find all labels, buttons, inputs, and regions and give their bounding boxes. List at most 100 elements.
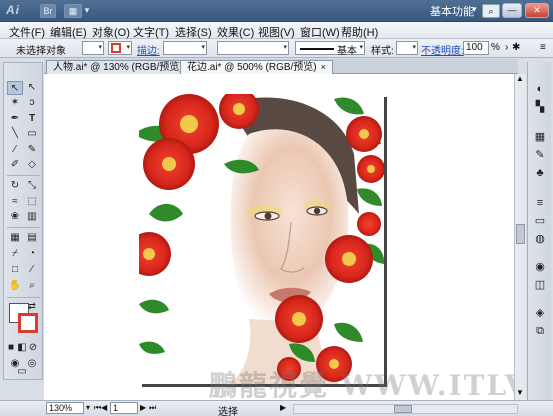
status-menu-icon[interactable]: ▶ xyxy=(280,403,286,412)
screen-mode-icon[interactable]: ▭ xyxy=(14,365,30,379)
line-tool-icon[interactable]: ╲ xyxy=(7,127,23,141)
slice-tool-icon[interactable]: ⁄ xyxy=(24,263,40,277)
rectangle-tool-icon[interactable]: ▭ xyxy=(24,127,40,141)
paintbrush-tool-icon[interactable]: ⁄ xyxy=(7,143,23,157)
hand-tool-icon[interactable]: ✋ xyxy=(7,279,23,293)
vertical-scroll-thumb[interactable] xyxy=(516,224,525,244)
previous-artboard-icon[interactable]: ◀ xyxy=(101,403,107,412)
artboard-number-field[interactable]: 1 xyxy=(110,402,138,414)
horizontal-scrollbar[interactable] xyxy=(293,404,518,414)
symbol-sprayer-tool-icon[interactable]: ❀ xyxy=(7,210,23,224)
color-guide-icon[interactable]: ▚ xyxy=(532,100,548,114)
menu-help[interactable]: 帮助(H) xyxy=(341,24,378,40)
none-mode-icon[interactable]: ⊘ xyxy=(28,341,38,355)
recolor-artwork-icon[interactable]: ✱ xyxy=(512,42,520,53)
last-artboard-icon[interactable]: ⏭ xyxy=(149,403,156,413)
blob-brush-tool-icon[interactable]: ✐ xyxy=(7,158,23,172)
artboards-panel-icon[interactable]: ⧉ xyxy=(532,324,548,338)
fill-dropdown[interactable]: ▾ xyxy=(82,41,104,55)
artboard-tool-icon[interactable]: □ xyxy=(7,263,23,277)
current-tool-status: 选择 xyxy=(218,407,238,416)
scroll-down-icon[interactable]: ▼ xyxy=(516,388,524,397)
menu-file[interactable]: 文件(F) xyxy=(9,24,45,40)
menu-object[interactable]: 对象(O) xyxy=(92,24,130,40)
tab-label: 人物.ai* @ 130% (RGB/预览) xyxy=(53,62,183,73)
zoom-tool-icon[interactable]: ⌕ xyxy=(24,279,40,293)
mesh-tool-icon[interactable]: ▦ xyxy=(7,231,23,245)
stroke-swatch-large[interactable] xyxy=(18,313,38,333)
type-tool-icon[interactable]: T xyxy=(24,112,40,126)
artboard[interactable] xyxy=(127,89,385,384)
opacity-link[interactable]: 不透明度: xyxy=(421,42,464,57)
tab-border[interactable]: 花边.ai* @ 500% (RGB/预览) × xyxy=(180,60,333,74)
pen-tool-icon[interactable]: ✒ xyxy=(7,112,23,126)
menu-type[interactable]: 文字(T) xyxy=(133,24,169,40)
swap-fill-stroke-icon[interactable]: ⇄ xyxy=(26,299,38,313)
blend-tool-icon[interactable]: ◔ xyxy=(24,247,40,261)
color-panel-icon[interactable]: ◐ xyxy=(532,82,548,96)
search-icon[interactable]: ⌕ xyxy=(482,4,500,18)
direct-selection-tool-icon[interactable]: ↖ xyxy=(24,81,40,95)
appearance-panel-icon[interactable]: ◉ xyxy=(532,260,548,274)
magic-wand-tool-icon[interactable]: ✶ xyxy=(7,96,23,110)
next-artboard-icon[interactable]: ▶ xyxy=(140,403,146,412)
variable-width-dropdown[interactable]: ▾ xyxy=(217,41,289,55)
layers-panel-icon[interactable]: ◈ xyxy=(532,306,548,320)
minimize-button[interactable]: — xyxy=(502,3,522,18)
menu-bar: 文件(F) 编辑(E) 对象(O) 文字(T) 选择(S) 效果(C) 视图(V… xyxy=(0,22,553,39)
brush-definition-dropdown[interactable]: 基本 ▾ xyxy=(295,41,365,57)
eraser-tool-icon[interactable]: ◇ xyxy=(24,158,40,172)
graphic-styles-panel-icon[interactable]: ◫ xyxy=(532,278,548,292)
pencil-tool-icon[interactable]: ✎ xyxy=(24,143,40,157)
close-button[interactable]: ✕ xyxy=(525,3,549,18)
free-transform-tool-icon[interactable]: ⬚ xyxy=(24,195,40,209)
document-canvas[interactable]: 鵬龍視覺 WWW.ITLVI.NET xyxy=(44,74,514,400)
gradient-mode-icon[interactable]: ◧ xyxy=(17,341,27,355)
stroke-swatch xyxy=(111,43,121,53)
menu-select[interactable]: 选择(S) xyxy=(175,24,212,40)
stroke-panel-icon[interactable]: ≡ xyxy=(532,196,548,210)
zoom-dropdown-icon[interactable]: ▾ xyxy=(86,403,90,412)
scroll-up-icon[interactable]: ▲ xyxy=(516,74,524,83)
rotate-tool-icon[interactable]: ↻ xyxy=(7,179,23,193)
close-icon[interactable]: × xyxy=(321,62,326,72)
chevron-down-icon[interactable]: ▾ xyxy=(82,4,92,18)
arrange-documents-icon[interactable]: ▦ xyxy=(64,4,82,18)
menu-window[interactable]: 窗口(W) xyxy=(300,24,340,40)
stroke-link[interactable]: 描边: xyxy=(137,42,160,57)
color-mode-icon[interactable]: ■ xyxy=(6,341,16,355)
opacity-field[interactable]: 100 xyxy=(463,41,489,55)
panel-dock: ◐ ▚ ▦ ✎ ♣ ≡ ▭ ◍ ◉ ◫ ◈ ⧉ xyxy=(527,62,551,400)
chevron-right-icon[interactable]: › xyxy=(505,42,508,53)
horizontal-scroll-thumb[interactable] xyxy=(394,405,412,413)
warp-tool-icon[interactable]: ≈ xyxy=(7,195,23,209)
symbols-panel-icon[interactable]: ♣ xyxy=(532,166,548,180)
workspace-switcher[interactable]: 基本功能 xyxy=(430,3,474,19)
selection-tool-icon[interactable]: ↖ xyxy=(7,81,23,95)
scale-tool-icon[interactable]: ⤡ xyxy=(24,179,40,193)
menu-view[interactable]: 视图(V) xyxy=(258,24,295,40)
title-bar: Ai Br ▦ ▾ 基本功能 ▾ ⌕ — ✕ xyxy=(0,0,553,22)
panel-menu-icon[interactable]: ≡ xyxy=(540,42,546,53)
stroke-dropdown[interactable]: ▾ xyxy=(108,41,132,55)
swatches-panel-icon[interactable]: ▦ xyxy=(532,130,548,144)
eyedropper-tool-icon[interactable]: ⌿ xyxy=(7,247,23,261)
gradient-tool-icon[interactable]: ▤ xyxy=(24,231,40,245)
status-bar: 130% ▾ ⏮ ◀ 1 ▶ ⏭ 选择 ▶ xyxy=(0,400,553,416)
workspace-chevron-icon[interactable]: ▾ xyxy=(472,4,477,15)
style-dropdown[interactable]: ▾ xyxy=(396,41,418,55)
zoom-field[interactable]: 130% xyxy=(46,402,84,414)
column-graph-tool-icon[interactable]: ▥ xyxy=(24,210,40,224)
vertical-scrollbar[interactable]: ▲ ▼ xyxy=(514,74,526,400)
menu-effect[interactable]: 效果(C) xyxy=(217,24,254,40)
lasso-tool-icon[interactable]: ↄ xyxy=(24,96,40,110)
transparency-panel-icon[interactable]: ◍ xyxy=(532,232,548,246)
gradient-panel-icon[interactable]: ▭ xyxy=(532,214,548,228)
watermark-text: 鵬龍視覺 WWW.ITLVI.NET xyxy=(209,369,514,400)
bridge-icon[interactable]: Br xyxy=(40,4,56,18)
stroke-weight-field[interactable]: ▾ xyxy=(163,41,207,55)
brushes-panel-icon[interactable]: ✎ xyxy=(532,148,548,162)
document-tabs: 人物.ai* @ 130% (RGB/预览)× 花边.ai* @ 500% (R… xyxy=(44,59,518,74)
tab-person[interactable]: 人物.ai* @ 130% (RGB/预览)× xyxy=(46,60,199,74)
menu-edit[interactable]: 编辑(E) xyxy=(50,24,87,40)
